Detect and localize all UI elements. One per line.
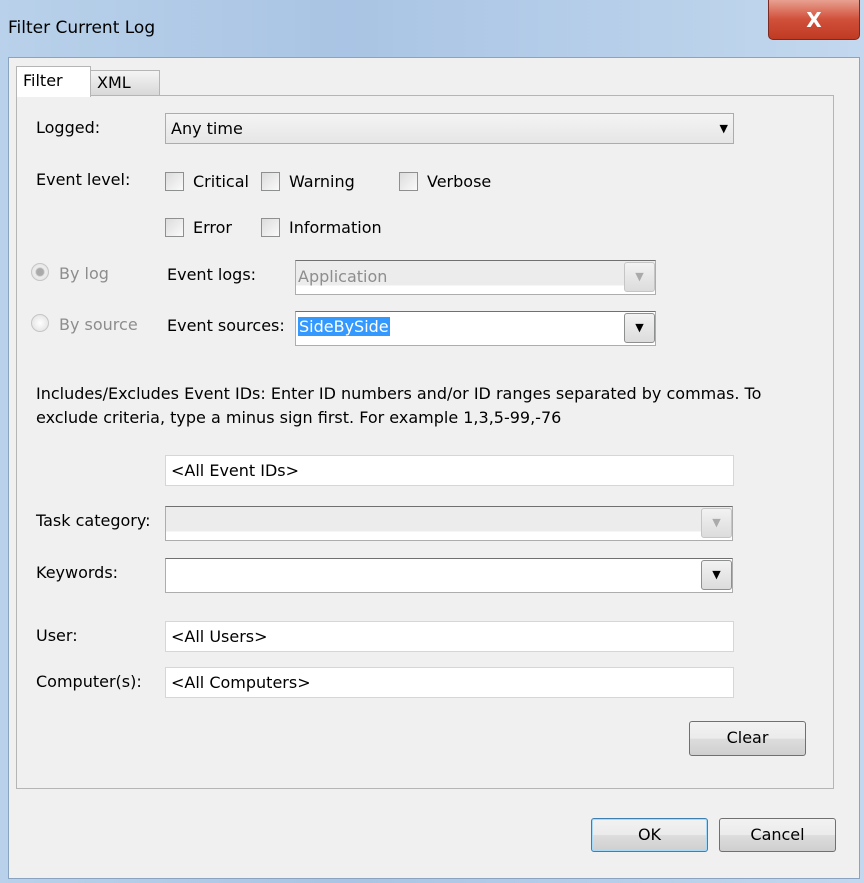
cancel-button[interactable]: Cancel [719, 818, 836, 852]
error-label: Error [193, 218, 232, 237]
event-ids-help: Includes/Excludes Event IDs: Enter ID nu… [36, 384, 762, 427]
chevron-down-icon: ▼ [701, 560, 732, 590]
event-logs-value: Application [298, 267, 388, 286]
logged-value: Any time [171, 119, 243, 138]
verbose-label: Verbose [427, 172, 492, 191]
keywords-label: Keywords: [36, 563, 119, 582]
information-checkbox[interactable] [261, 218, 280, 237]
by-log-label: By log [59, 264, 109, 283]
tab-xml[interactable]: XML [90, 70, 160, 95]
chevron-down-icon: ▼ [719, 122, 728, 135]
chevron-down-icon: ▼ [624, 262, 655, 292]
by-log-radio[interactable] [31, 263, 49, 281]
computers-input[interactable]: <All Computers> [165, 667, 734, 698]
chevron-down-icon: ▼ [624, 313, 655, 343]
ok-button[interactable]: OK [591, 818, 708, 852]
information-label: Information [289, 218, 382, 237]
critical-label: Critical [193, 172, 249, 191]
event-level-label: Event level: [36, 170, 131, 189]
by-source-label: By source [59, 315, 138, 334]
critical-checkbox[interactable] [165, 172, 184, 191]
keywords-dropdown[interactable]: ▼ [165, 558, 733, 593]
task-category-label: Task category: [36, 511, 151, 530]
event-logs-dropdown[interactable]: Application ▼ [295, 260, 656, 295]
logged-label: Logged: [36, 118, 101, 137]
close-button[interactable]: X [768, 0, 860, 40]
logged-dropdown[interactable]: Any time ▼ [165, 113, 734, 144]
warning-label: Warning [289, 172, 355, 191]
user-input[interactable]: <All Users> [165, 621, 734, 652]
event-logs-label: Event logs: [167, 265, 257, 284]
clear-button[interactable]: Clear [689, 721, 806, 756]
task-category-dropdown[interactable]: ▼ [165, 506, 733, 541]
error-checkbox[interactable] [165, 218, 184, 237]
chevron-down-icon: ▼ [701, 508, 732, 538]
user-label: User: [36, 626, 78, 645]
window-title: Filter Current Log [8, 18, 156, 38]
by-source-radio[interactable] [31, 314, 49, 332]
warning-checkbox[interactable] [261, 172, 280, 191]
verbose-checkbox[interactable] [399, 172, 418, 191]
tab-filter[interactable]: Filter [16, 66, 91, 97]
computers-label: Computer(s): [36, 672, 142, 691]
event-sources-label: Event sources: [167, 316, 285, 335]
event-ids-input[interactable]: <All Event IDs> [165, 455, 734, 486]
event-sources-value: SideBySide [298, 317, 390, 336]
event-sources-dropdown[interactable]: SideBySide ▼ [295, 311, 656, 346]
